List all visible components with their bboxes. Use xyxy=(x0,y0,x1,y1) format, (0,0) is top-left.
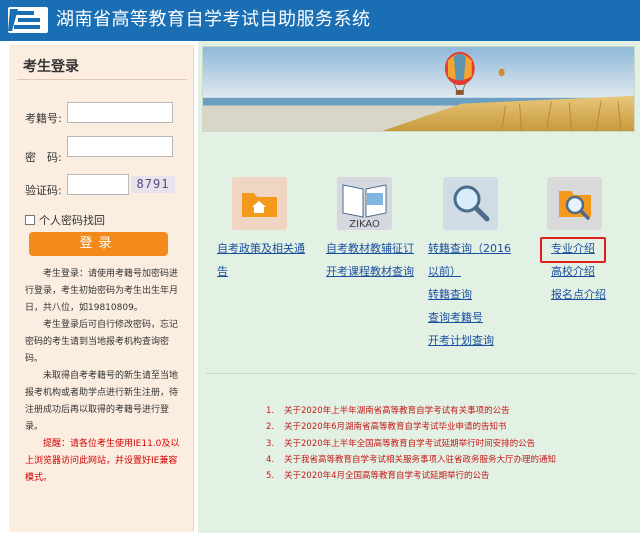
link-textbook-order[interactable]: 自考教材教辅征订 xyxy=(326,237,418,260)
password-input[interactable] xyxy=(67,136,173,157)
textbook-links: 自考教材教辅征订 开考课程教材查询 xyxy=(326,237,418,283)
link-transfer-query[interactable]: 转籍查询 xyxy=(428,283,520,306)
browser-tip: 提醒：请各位考生使用IE11.0及以上浏览器访问此网站，并设置好IE兼容模式。 xyxy=(25,439,180,483)
exam-no-input[interactable] xyxy=(67,102,173,123)
note-2: 考生登录后可自行修改密码，忘记密码的考生请到当地报考机构查询密码。 xyxy=(25,320,179,364)
policy-links: 自考政策及相关通告 xyxy=(217,237,311,283)
site-title: 湖南省高等教育自学考试自助服务系统 xyxy=(56,9,371,30)
banner-image xyxy=(202,46,635,132)
notice-divider xyxy=(206,373,636,374)
login-notes: 考生登录：请使用考籍号加密码进行登录，考生初始密码为考生出生年月日，共八位，如1… xyxy=(25,266,181,487)
magnifier-icon xyxy=(453,185,490,222)
transfer-links: 转籍查询（2016以前） 转籍查询 查询考籍号 开考计划查询 xyxy=(428,237,520,352)
link-exam-no-query[interactable]: 查询考籍号 xyxy=(428,306,520,329)
login-title: 考生登录 xyxy=(23,59,79,75)
folder-home-icon xyxy=(242,193,277,217)
note-1: 考生登录：请使用考籍号加密码进行登录，考生初始密码为考生出生年月日，共八位，如1… xyxy=(25,269,179,313)
link-registration-intro[interactable]: 报名点介绍 xyxy=(551,283,631,306)
link-course-textbook[interactable]: 开考课程教材查询 xyxy=(326,260,418,283)
exam-no-label: 考籍号: xyxy=(25,112,62,125)
retrieve-password-label: 个人密码找回 xyxy=(39,214,105,227)
search-folder-tile[interactable] xyxy=(547,177,602,230)
notice-item[interactable]: 2. 关于2020年6月湖南省高等教育自学考试毕业申请的告知书 xyxy=(266,419,556,435)
link-policy[interactable]: 自考政策及相关通告 xyxy=(217,237,311,283)
main-content: ZIKAO 自考政策及相关通告 自考教材教辅征订 开考课程教材查询 转籍查询（2… xyxy=(198,41,640,533)
notice-list: 1. 关于2020年上半年湖南省高等教育自学考试有关事项的公告 2. 关于2020年… xyxy=(266,403,556,484)
search-folder-icon xyxy=(559,191,591,220)
notice-item[interactable]: 4. 关于我省高等教育自学考试相关服务事项入驻省政务服务大厅办理的通知 xyxy=(266,452,556,468)
policy-folder-tile[interactable] xyxy=(232,177,287,230)
password-label: 密 码: xyxy=(25,151,62,164)
link-college-intro[interactable]: 高校介绍 xyxy=(551,260,631,283)
link-transfer-pre2016[interactable]: 转籍查询（2016以前） xyxy=(428,237,520,283)
notice-item[interactable]: 5. 关于2020年4月全国高等教育自学考试延期举行的公告 xyxy=(266,468,556,484)
highlight-box xyxy=(540,237,606,263)
link-exam-plan[interactable]: 开考计划查询 xyxy=(428,329,520,352)
zikao-book-tile[interactable]: ZIKAO xyxy=(337,177,392,230)
site-header: 湖南省高等教育自学考试自助服务系统 xyxy=(0,0,640,41)
svg-text:ZIKAO: ZIKAO xyxy=(349,219,380,230)
notice-item[interactable]: 3. 关于2020年上半年全国高等教育自学考试延期举行时间安排的公告 xyxy=(266,436,556,452)
captcha-label: 验证码: xyxy=(25,184,62,197)
captcha-input[interactable] xyxy=(67,174,129,195)
edu-logo-icon xyxy=(8,7,48,33)
divider xyxy=(17,79,187,80)
retrieve-password-row[interactable]: 个人密码找回 xyxy=(25,212,105,228)
note-3: 未取得自考考籍号的新生请至当地报考机构或者助学点进行新生注册，待注册成功后再以取… xyxy=(25,371,179,432)
magnifier-tile[interactable] xyxy=(443,177,498,230)
login-button[interactable]: 登录 xyxy=(29,232,168,256)
retrieve-password-checkbox[interactable] xyxy=(25,215,35,225)
captcha-image[interactable]: 8791 xyxy=(131,176,175,193)
notice-item[interactable]: 1. 关于2020年上半年湖南省高等教育自学考试有关事项的公告 xyxy=(266,403,556,419)
book-zikao-icon: ZIKAO xyxy=(342,184,387,230)
login-panel: 考生登录 考籍号: 密 码: 验证码: 8791 个人密码找回 登录 考生登录：… xyxy=(9,45,194,532)
